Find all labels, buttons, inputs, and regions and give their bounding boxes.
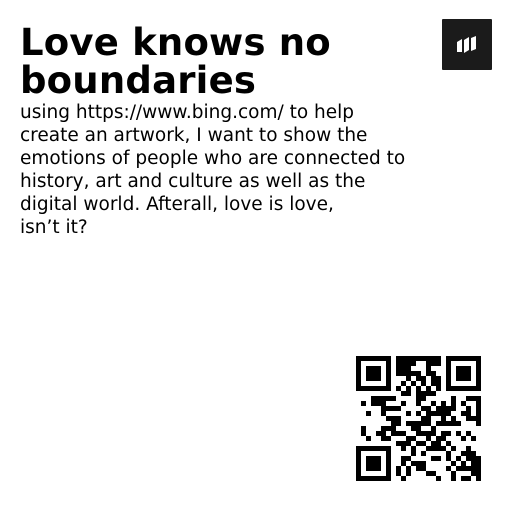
qr-code-icon[interactable]: [356, 356, 481, 481]
page-title: Love knows no boundaries: [20, 21, 331, 102]
brand-mark-icon: [457, 35, 476, 53]
artwork-description: using https://www.bing.com/ to help crea…: [20, 102, 406, 238]
brand-logo[interactable]: [442, 19, 492, 70]
